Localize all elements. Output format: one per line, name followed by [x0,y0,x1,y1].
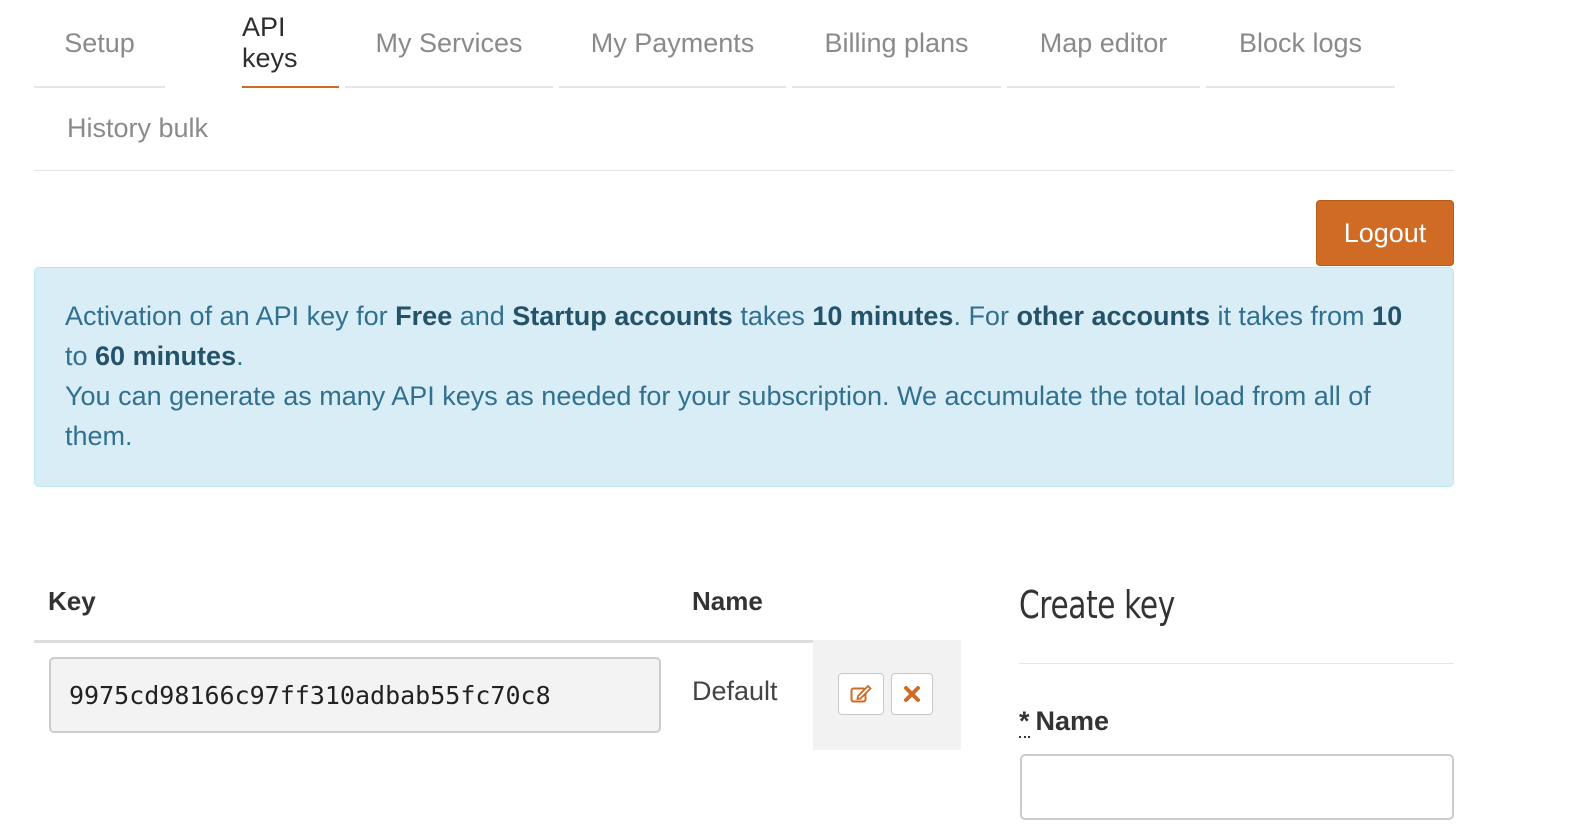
name-label-text: Name [1035,706,1110,736]
tab-map-editor[interactable]: Map editor [1007,0,1200,88]
key-name-cell: Default [692,676,778,706]
tab-api-keys[interactable]: API keys [242,0,339,88]
tab-my-payments[interactable]: My Payments [559,0,786,88]
row-actions [813,640,961,750]
edit-icon [850,684,872,703]
new-key-name-input[interactable] [1020,754,1454,820]
info-paragraph-generate: You can generate as many API keys as nee… [65,381,1371,451]
info-alert: Activation of an API key for Free and St… [34,267,1454,487]
create-key-divider [1019,663,1454,664]
tab-spacer [165,0,242,88]
info-paragraph-activation: Activation of an API key for Free and St… [65,301,1403,371]
tab-billing-plans[interactable]: Billing plans [792,0,1001,88]
nav-tabs: Setup API keys My Services My Payments B… [34,0,1454,171]
column-header-key: Key [48,586,96,616]
tab-my-services[interactable]: My Services [345,0,553,88]
edit-key-button[interactable] [838,673,884,715]
name-field-label: * Name [1019,706,1110,738]
tab-history-bulk[interactable]: History bulk [34,88,241,169]
keys-table-header: Key Name [34,570,961,643]
create-key-title: Create key [1019,583,1175,627]
api-key-field[interactable]: 9975cd98166c97ff310adbab55fc70c8 [49,657,661,733]
column-header-name: Name [692,586,763,616]
required-marker: * [1019,706,1030,738]
close-icon [904,686,920,702]
tab-block-logs[interactable]: Block logs [1206,0,1395,88]
tab-setup[interactable]: Setup [34,0,165,88]
logout-button[interactable]: Logout [1316,200,1454,266]
delete-key-button[interactable] [891,673,933,715]
